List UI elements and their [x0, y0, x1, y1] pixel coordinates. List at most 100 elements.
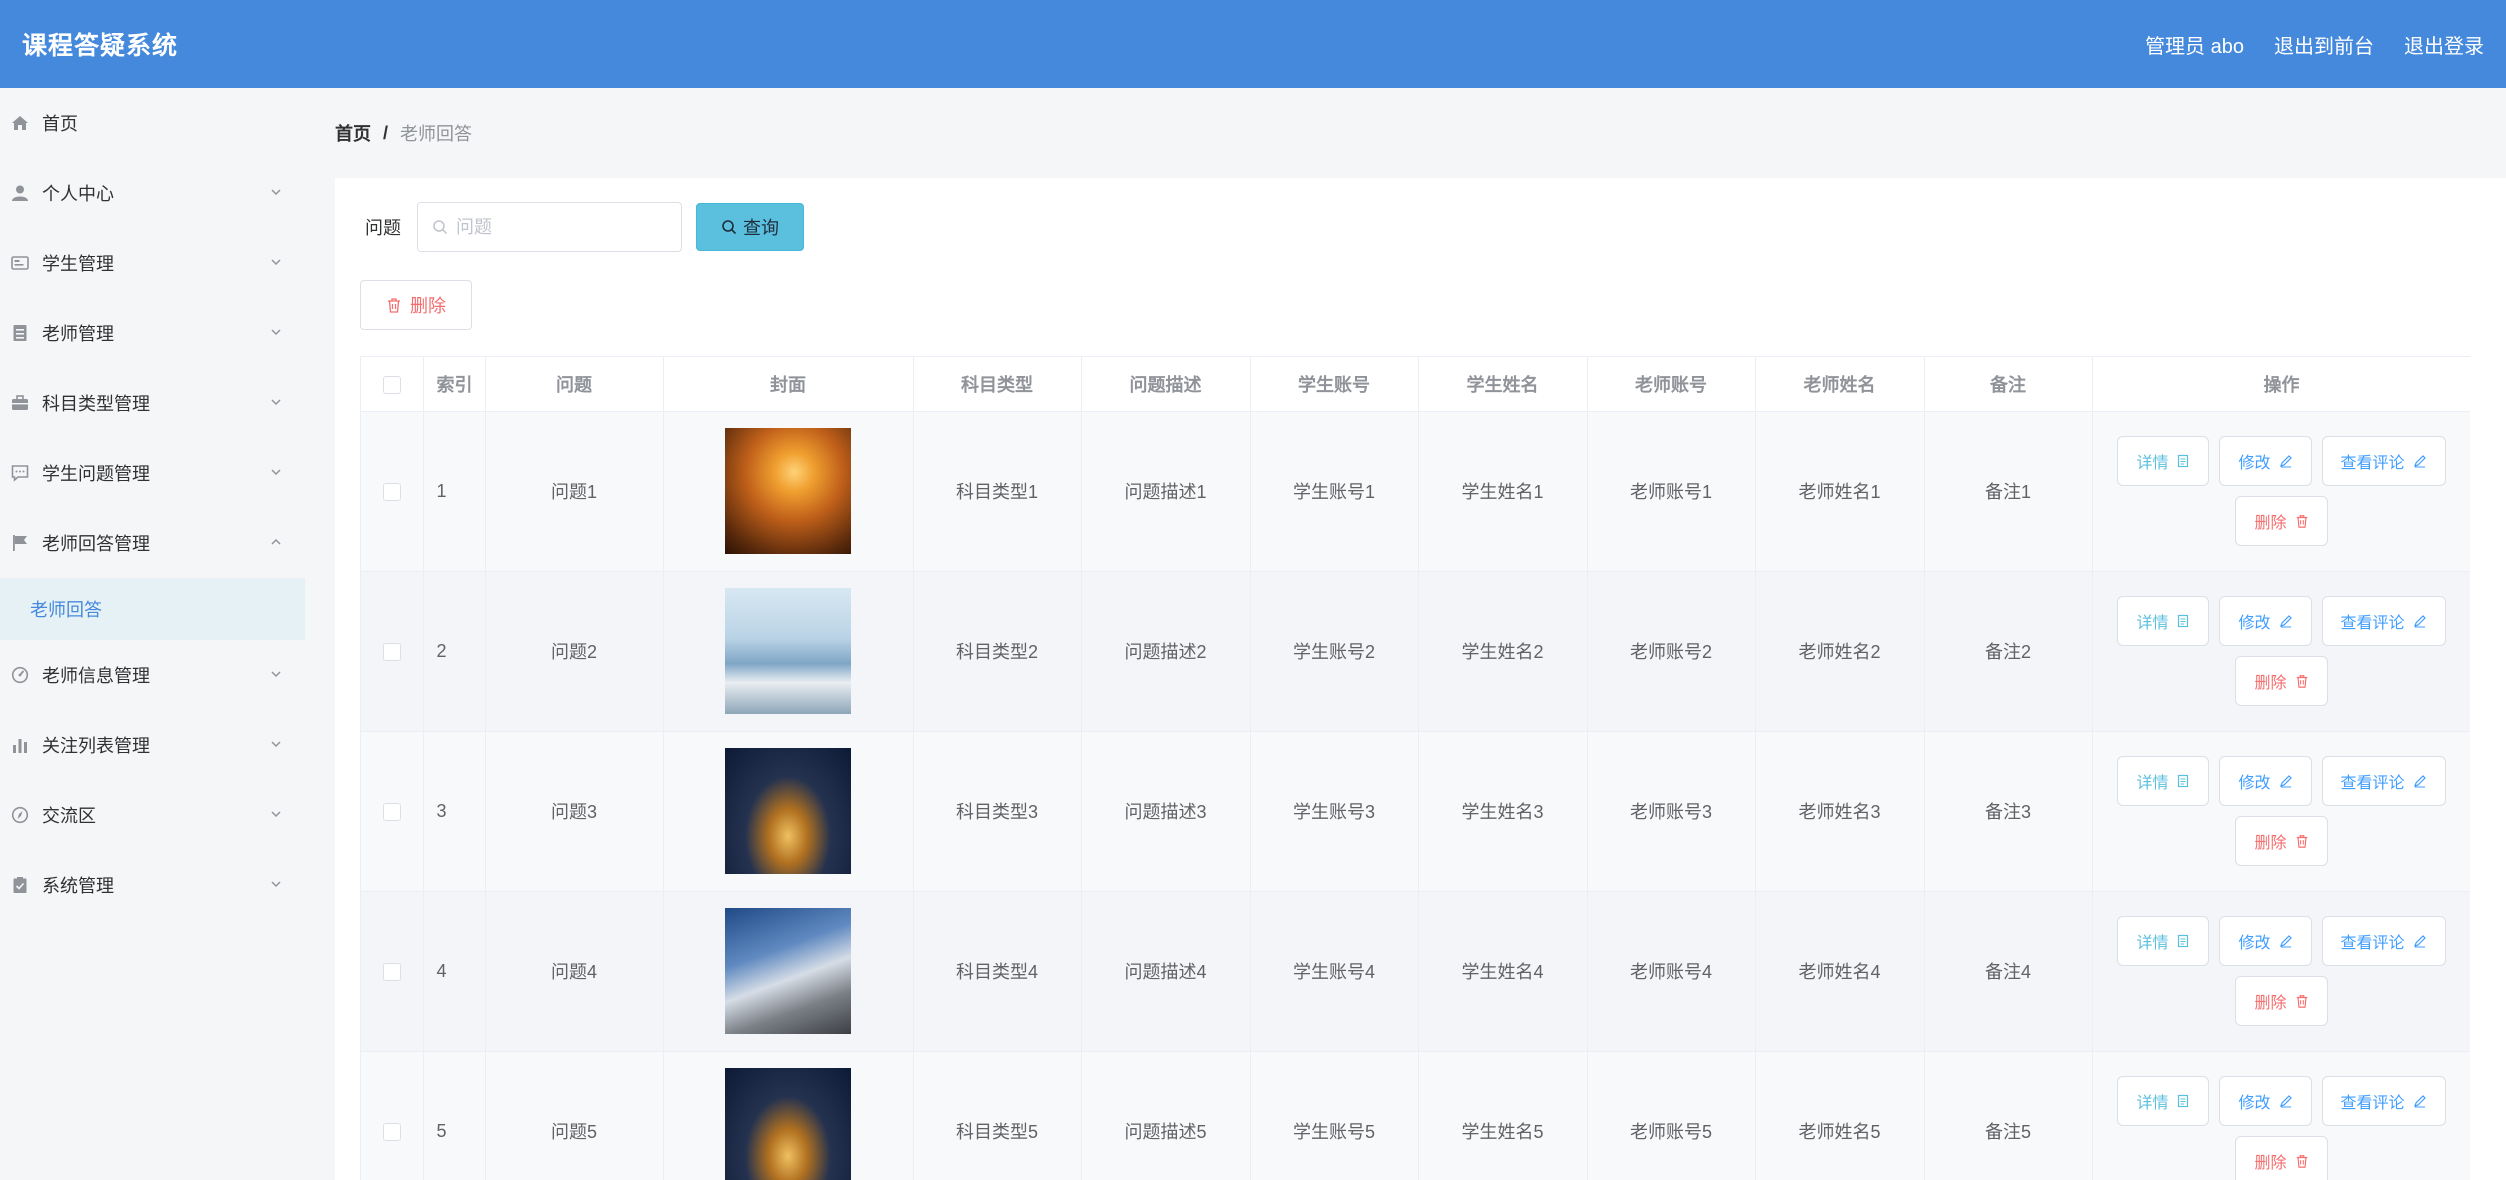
delete-button[interactable]: 删除	[2235, 976, 2328, 1026]
sidebar-item-student-question-management[interactable]: 学生问题管理	[0, 438, 305, 508]
header-actions: 管理员 abo 退出到前台 退出登录	[2145, 30, 2484, 59]
cell-teacher-name: 老师姓名3	[1755, 731, 1925, 892]
pencil-icon	[2413, 615, 2426, 628]
cell-subject: 科目类型5	[913, 1051, 1082, 1180]
cell-description: 问题描述3	[1081, 731, 1251, 892]
view-comments-button[interactable]: 查看评论	[2321, 1076, 2446, 1126]
search-icon	[722, 220, 737, 235]
search-input-wrapper[interactable]	[417, 202, 682, 252]
sidebar-subitem-teacher-answer[interactable]: 老师回答	[0, 578, 305, 640]
document-icon	[2178, 454, 2189, 468]
sidebar-item-forum[interactable]: 交流区	[0, 780, 305, 850]
column-header: 备注	[1924, 357, 2093, 412]
sidebar-item-label: 老师管理	[42, 324, 114, 344]
sidebar: 首页 个人中心 学生管理 老师管理 科目类型管理 学生问题管理 老师回答管理 老…	[0, 88, 305, 1180]
row-checkbox[interactable]	[382, 642, 401, 661]
column-header: 老师账号	[1587, 357, 1756, 412]
delete-button[interactable]: 删除	[2235, 1136, 2328, 1180]
select-all-checkbox[interactable]	[382, 375, 401, 394]
breadcrumb-current: 老师回答	[400, 124, 473, 144]
main-content: 首页 / 老师回答 问题 查询 删除	[305, 88, 2506, 1180]
edit-button[interactable]: 修改	[2219, 1076, 2312, 1126]
row-checkbox[interactable]	[382, 802, 401, 821]
bar-chart-icon	[10, 735, 30, 755]
sidebar-item-home[interactable]: 首页	[0, 88, 305, 158]
trash-icon	[2296, 515, 2307, 528]
back-to-front-link[interactable]: 退出到前台	[2274, 30, 2374, 59]
cell-student-name: 学生姓名5	[1418, 1051, 1588, 1180]
edit-button-label: 修改	[2238, 615, 2271, 632]
detail-button[interactable]: 详情	[2117, 436, 2210, 486]
edit-button[interactable]: 修改	[2219, 596, 2312, 646]
sidebar-item-subject-type-management[interactable]: 科目类型管理	[0, 368, 305, 438]
cell-question: 问题5	[485, 1051, 664, 1180]
delete-button-label: 删除	[2254, 515, 2287, 532]
batch-delete-label: 删除	[410, 296, 446, 316]
cell-student-account: 学生账号1	[1250, 411, 1419, 572]
detail-button[interactable]: 详情	[2117, 756, 2210, 806]
sidebar-item-follow-list-management[interactable]: 关注列表管理	[0, 710, 305, 780]
column-header: 学生姓名	[1418, 357, 1588, 412]
detail-button[interactable]: 详情	[2117, 596, 2210, 646]
edit-button[interactable]: 修改	[2219, 916, 2312, 966]
edit-button[interactable]: 修改	[2219, 756, 2312, 806]
view-comments-button-label: 查看评论	[2340, 455, 2405, 472]
row-select-cell	[361, 1051, 424, 1180]
top-header: 课程答疑系统 管理员 abo 退出到前台 退出登录	[0, 0, 2506, 88]
home-icon	[10, 113, 30, 133]
breadcrumb-home[interactable]: 首页	[335, 120, 371, 146]
sidebar-item-teacher-info-management[interactable]: 老师信息管理	[0, 640, 305, 710]
view-comments-button-label: 查看评论	[2340, 1095, 2405, 1112]
cell-index: 1	[423, 411, 486, 572]
user-icon	[10, 183, 30, 203]
cell-cover	[663, 731, 914, 892]
cell-index: 4	[423, 891, 486, 1052]
column-header: 问题	[485, 357, 664, 412]
cell-note: 备注5	[1924, 1051, 2093, 1180]
edit-button-label: 修改	[2238, 775, 2271, 792]
trash-icon	[388, 298, 400, 313]
delete-button[interactable]: 删除	[2235, 656, 2328, 706]
search-input[interactable]	[456, 216, 656, 238]
edit-button-label: 修改	[2238, 935, 2271, 952]
cell-teacher-account: 老师账号4	[1587, 891, 1756, 1052]
view-comments-button[interactable]: 查看评论	[2321, 436, 2446, 486]
chat-icon	[10, 463, 30, 483]
table-header-row: 索引 问题 封面 科目类型 问题描述 学生账号 学生姓名 老师账号 老师姓名 备…	[361, 357, 2470, 412]
sidebar-item-teacher-answer-management[interactable]: 老师回答管理	[0, 508, 305, 578]
cell-subject: 科目类型3	[913, 731, 1082, 892]
cell-note: 备注4	[1924, 891, 2093, 1052]
delete-button[interactable]: 删除	[2235, 816, 2328, 866]
view-comments-button[interactable]: 查看评论	[2321, 756, 2446, 806]
edit-button[interactable]: 修改	[2219, 436, 2312, 486]
logout-link[interactable]: 退出登录	[2404, 30, 2484, 59]
pencil-icon	[2413, 1095, 2426, 1108]
cell-description: 问题描述2	[1081, 571, 1251, 732]
chevron-up-icon	[271, 538, 281, 545]
cell-cover	[663, 891, 914, 1052]
row-checkbox[interactable]	[382, 482, 401, 501]
detail-button[interactable]: 详情	[2117, 916, 2210, 966]
row-checkbox[interactable]	[382, 962, 401, 981]
search-form: 问题 查询	[365, 202, 804, 252]
delete-button[interactable]: 删除	[2235, 496, 2328, 546]
sidebar-item-personal-center[interactable]: 个人中心	[0, 158, 305, 228]
view-comments-button[interactable]: 查看评论	[2321, 916, 2446, 966]
chevron-down-icon	[271, 881, 281, 888]
detail-button[interactable]: 详情	[2117, 1076, 2210, 1126]
pencil-icon	[2279, 615, 2292, 628]
chevron-down-icon	[271, 469, 281, 476]
sidebar-item-student-management[interactable]: 学生管理	[0, 228, 305, 298]
sidebar-item-teacher-management[interactable]: 老师管理	[0, 298, 305, 368]
sidebar-item-system-management[interactable]: 系统管理	[0, 850, 305, 920]
batch-delete-button[interactable]: 删除	[360, 280, 472, 330]
sidebar-item-label: 首页	[42, 114, 78, 134]
view-comments-button[interactable]: 查看评论	[2321, 596, 2446, 646]
cell-student-name: 学生姓名3	[1418, 731, 1588, 892]
delete-button-label: 删除	[2254, 995, 2287, 1012]
cell-subject: 科目类型4	[913, 891, 1082, 1052]
trash-icon	[2296, 995, 2307, 1008]
row-checkbox[interactable]	[382, 1122, 401, 1141]
cell-teacher-account: 老师账号3	[1587, 731, 1756, 892]
query-button[interactable]: 查询	[696, 203, 804, 251]
